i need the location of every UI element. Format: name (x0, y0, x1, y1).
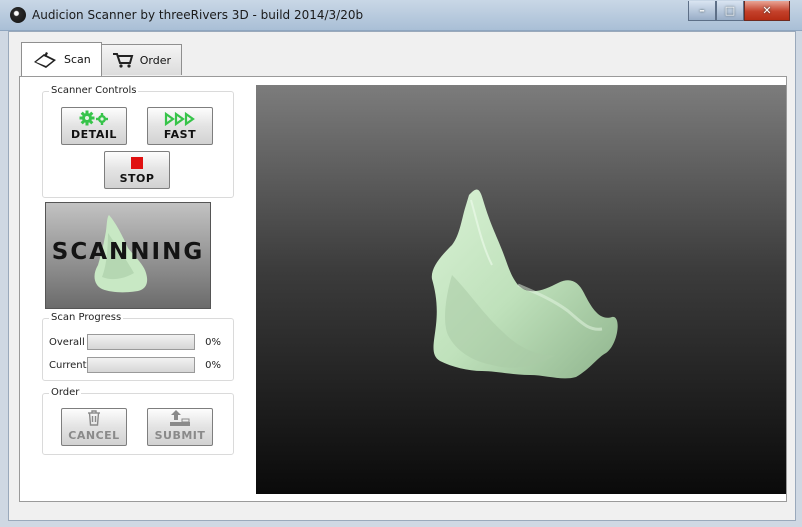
gears-icon (79, 110, 108, 126)
overall-label: Overall (49, 336, 85, 348)
scanner-controls-title: Scanner Controls (49, 85, 139, 96)
tab-bar: Scan Order (21, 42, 183, 76)
detail-button[interactable]: DETAIL (61, 107, 127, 145)
submit-button[interactable]: SUBMIT (147, 408, 213, 446)
current-label: Current (49, 359, 87, 371)
minimize-icon: – (699, 4, 705, 17)
current-percent: 0% (205, 359, 221, 371)
trash-icon (88, 410, 100, 426)
order-title: Order (49, 387, 82, 398)
window-title: Audicion Scanner by threeRivers 3D - bui… (32, 8, 364, 22)
minimize-button[interactable]: – (688, 1, 716, 21)
maximize-icon: □ (724, 4, 736, 17)
overall-progress-row: Overall 0% (49, 334, 221, 350)
scanner-controls-group: Scanner Controls DETAIL FAST STOP (42, 85, 234, 198)
cancel-button[interactable]: CANCEL (61, 408, 127, 446)
current-progress-row: Current 0% (49, 357, 221, 373)
cancel-label: CANCEL (68, 429, 120, 442)
stop-icon (131, 157, 143, 169)
detail-label: DETAIL (71, 128, 117, 141)
stop-label: STOP (119, 172, 155, 185)
tab-scan-label: Scan (64, 53, 91, 66)
app-icon (10, 7, 26, 23)
fast-label: FAST (163, 128, 197, 141)
fast-forward-icon (164, 112, 195, 126)
close-icon: ✕ (762, 4, 772, 17)
scan-progress-group: Scan Progress Overall 0% Current 0% (42, 312, 234, 381)
scan-progress-title: Scan Progress (49, 312, 124, 323)
title-bar[interactable]: Audicion Scanner by threeRivers 3D - bui… (0, 0, 802, 31)
current-progress-bar (87, 357, 195, 373)
scan-preview: SCANNING (45, 202, 211, 309)
tab-order-label: Order (139, 53, 172, 67)
tab-order[interactable]: Order (100, 44, 183, 75)
scan-panel: Scanner Controls DETAIL FAST STOP SCANNI… (19, 76, 787, 502)
order-group: Order CANCEL SUBMIT (42, 387, 234, 455)
tab-scan[interactable]: Scan (21, 42, 102, 76)
submit-label: SUBMIT (154, 429, 206, 442)
cart-icon (112, 53, 134, 68)
maximize-button[interactable]: □ (716, 1, 744, 21)
window-controls: – □ ✕ (688, 1, 790, 21)
scanning-status: SCANNING (51, 239, 205, 265)
main-window: Scan Order Scanner Controls DETAIL FAST … (8, 31, 796, 521)
overall-percent: 0% (205, 336, 221, 348)
overall-progress-bar (87, 334, 195, 350)
upload-icon (170, 410, 190, 426)
close-button[interactable]: ✕ (744, 1, 790, 21)
ear-impression-model (431, 189, 618, 379)
stop-button[interactable]: STOP (104, 151, 170, 189)
scanner-icon (34, 51, 56, 68)
3d-viewport[interactable] (256, 85, 786, 494)
fast-button[interactable]: FAST (147, 107, 213, 145)
